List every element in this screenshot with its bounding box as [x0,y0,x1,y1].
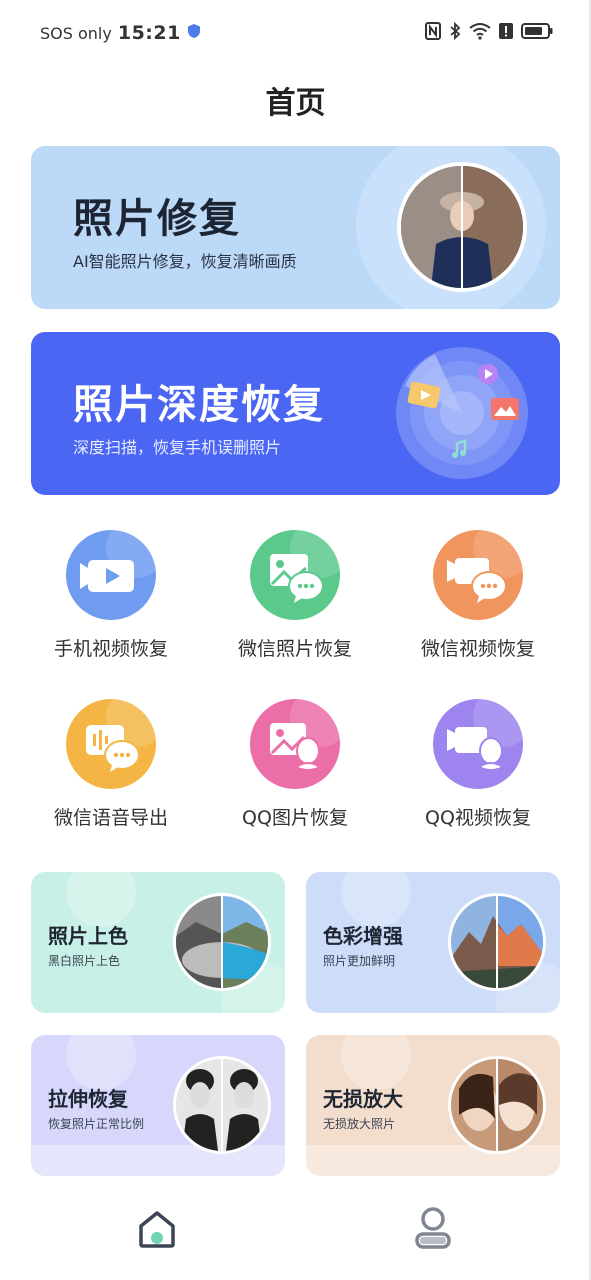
wechat-video-recovery[interactable]: 微信视频恢复 [388,530,568,661]
phone-video-recovery[interactable]: 手机视频恢复 [21,530,201,661]
wechat-video-icon [433,530,523,620]
card-title: 拉伸恢复 [48,1087,128,1111]
card-subtitle: 无损放大照片 [323,1117,396,1131]
banner-title: 照片修复 [73,196,241,242]
qq-photo-icon [250,699,340,789]
qq-video-icon [433,699,523,789]
grid-label: QQ视频恢复 [425,807,531,829]
colorize-card[interactable]: 照片上色 黑白照片上色 [31,872,285,1013]
grid-label: 手机视频恢复 [53,638,168,660]
banner-subtitle: AI智能照片修复，恢复清晰画质 [73,252,297,271]
page-title: 首页 [265,86,326,121]
shield-icon [187,23,201,43]
nfc-icon [425,22,441,40]
qq-video-recovery[interactable]: QQ视频恢复 [388,699,568,830]
alert-icon [499,22,513,40]
bluetooth-icon [449,22,461,40]
card-title: 照片上色 [48,924,128,948]
profile-icon[interactable] [412,1206,454,1250]
deep-recovery-banner[interactable]: 照片深度恢复 深度扫描，恢复手机误删照片 [31,332,560,495]
card-title: 色彩增强 [323,924,403,948]
stretch-restore-card[interactable]: 拉伸恢复 恢复照片正常比例 [31,1035,285,1176]
mountain-image [448,893,546,991]
lake-image [173,893,271,991]
color-enhance-card[interactable]: 色彩增强 照片更加鲜明 [306,872,560,1013]
card-title: 无损放大 [323,1087,403,1111]
home-icon[interactable] [136,1208,178,1250]
photo-repair-banner[interactable]: 照片修复 AI智能照片修复，恢复清晰画质 [31,146,560,309]
qq-photo-recovery[interactable]: QQ图片恢复 [205,699,385,830]
wechat-photo-icon [250,530,340,620]
grid-label: 微信语音导出 [53,807,168,829]
portrait-image [397,162,527,292]
banner-title: 照片深度恢复 [73,382,325,428]
grid-label: 微信照片恢复 [237,638,352,660]
clock: 15:21 [117,22,181,44]
wechat-photo-recovery[interactable]: 微信照片恢复 [205,530,385,661]
banner-subtitle: 深度扫描，恢复手机误删照片 [73,438,282,457]
wechat-voice-export[interactable]: 微信语音导出 [21,699,201,830]
card-subtitle: 黑白照片上色 [48,954,121,968]
status-bar: SOS only 15:21 [0,0,591,66]
radar-scan-icon [395,346,529,480]
grid-label: 微信视频恢复 [420,638,535,660]
face-image [448,1056,546,1154]
wifi-icon [469,22,491,40]
battery-icon [521,22,553,40]
bw-portrait-image [173,1056,271,1154]
card-subtitle: 恢复照片正常比例 [48,1117,145,1131]
grid-label: QQ图片恢复 [242,807,348,829]
card-subtitle: 照片更加鲜明 [323,954,396,968]
video-icon [66,530,156,620]
carrier-text: SOS only [40,23,112,43]
lossless-zoom-card[interactable]: 无损放大 无损放大照片 [306,1035,560,1176]
wechat-voice-icon [66,699,156,789]
bottom-nav [0,1190,591,1270]
